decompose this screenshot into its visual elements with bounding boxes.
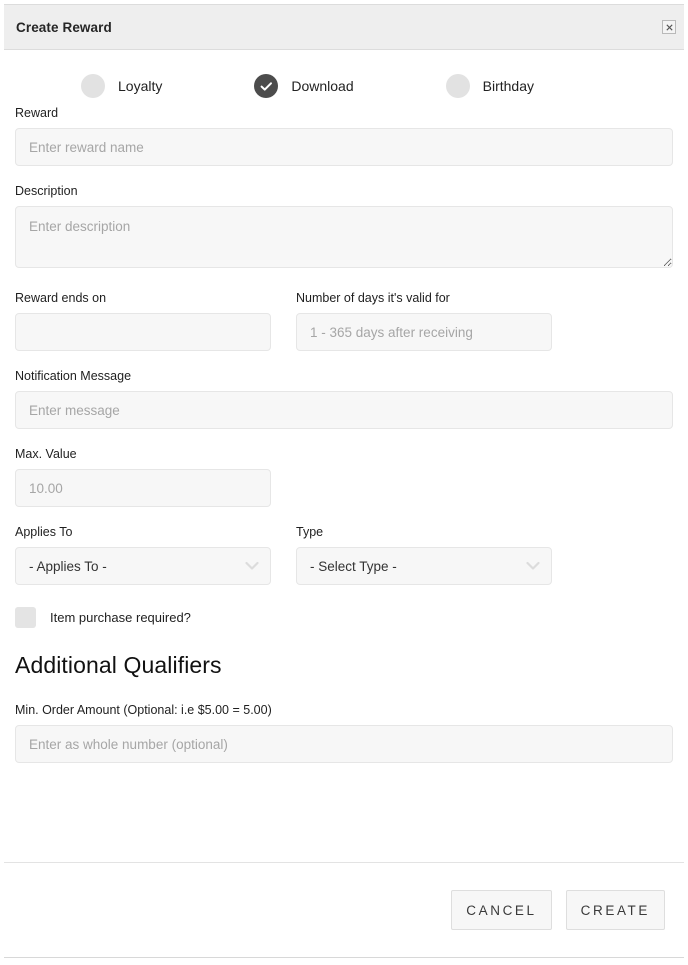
create-button[interactable]: CREATE — [565, 890, 665, 930]
radio-option-loyalty[interactable]: Loyalty — [81, 74, 162, 98]
cancel-button[interactable]: CANCEL — [451, 890, 552, 930]
applies-to-field-block: Applies To - Applies To - — [15, 525, 271, 585]
dialog-header: Create Reward — [4, 4, 684, 50]
max-value-field-block: Max. Value — [15, 447, 673, 507]
additional-qualifiers-heading: Additional Qualifiers — [15, 652, 222, 678]
applies-to-select[interactable]: - Applies To - — [15, 547, 271, 585]
days-valid-input[interactable] — [296, 313, 552, 351]
reward-ends-on-input[interactable] — [15, 313, 271, 351]
check-icon — [260, 81, 272, 91]
radio-option-birthday[interactable]: Birthday — [445, 74, 534, 98]
min-order-amount-label: Min. Order Amount (Optional: i.e $5.00 =… — [15, 703, 272, 717]
item-purchase-required-label: Item purchase required? — [50, 610, 191, 625]
radio-label-loyalty: Loyalty — [118, 78, 163, 94]
reward-type-radio-group: Loyalty Download Birthday — [15, 50, 673, 106]
close-icon[interactable] — [662, 20, 676, 34]
radio-label-birthday: Birthday — [482, 78, 534, 94]
applies-to-select-wrap: - Applies To - — [15, 547, 271, 585]
min-order-amount-field-block: Min. Order Amount (Optional: i.e $5.00 =… — [15, 703, 673, 763]
create-reward-dialog: Create Reward Loyalty Download Birthday … — [0, 0, 688, 965]
reward-ends-on-field-block: Reward ends on — [15, 291, 271, 351]
min-order-amount-input[interactable] — [15, 725, 673, 763]
page-title: Create Reward — [16, 19, 112, 35]
reward-ends-on-label: Reward ends on — [15, 291, 107, 305]
dates-row: Reward ends on Number of days it's valid… — [15, 291, 673, 351]
type-field-block: Type - Select Type - — [296, 525, 552, 585]
close-glyph — [665, 23, 673, 31]
days-valid-label: Number of days it's valid for — [296, 291, 450, 305]
reward-input[interactable] — [15, 128, 673, 166]
days-valid-field-block: Number of days it's valid for — [296, 291, 552, 351]
notification-message-label: Notification Message — [15, 369, 132, 383]
max-value-label: Max. Value — [15, 447, 77, 461]
radio-circle-icon — [254, 74, 279, 98]
type-label: Type — [296, 525, 324, 539]
bottom-spacer — [0, 958, 688, 965]
description-label: Description — [15, 184, 78, 198]
radio-label-download: Download — [291, 78, 354, 94]
max-value-input[interactable] — [15, 469, 271, 507]
applies-to-label: Applies To — [15, 525, 73, 539]
reward-label: Reward — [15, 106, 59, 120]
item-purchase-required-row[interactable]: Item purchase required? — [15, 607, 673, 628]
description-field-block: Description — [15, 184, 673, 273]
notification-message-input[interactable] — [15, 391, 673, 429]
notification-message-field-block: Notification Message — [15, 369, 673, 429]
radio-circle-icon — [445, 74, 470, 98]
description-textarea[interactable] — [15, 206, 673, 268]
radio-option-download[interactable]: Download — [254, 74, 354, 98]
reward-field-block: Reward — [15, 106, 673, 166]
radio-circle-icon — [81, 74, 105, 98]
type-select-wrap: - Select Type - — [296, 547, 552, 585]
type-select[interactable]: - Select Type - — [296, 547, 552, 585]
applies-type-row: Applies To - Applies To - Type - Select … — [15, 525, 673, 585]
item-purchase-required-checkbox[interactable] — [15, 607, 36, 628]
dialog-footer: CANCEL CREATE — [0, 863, 688, 957]
dialog-body: Loyalty Download Birthday Reward Enter r… — [0, 50, 688, 862]
